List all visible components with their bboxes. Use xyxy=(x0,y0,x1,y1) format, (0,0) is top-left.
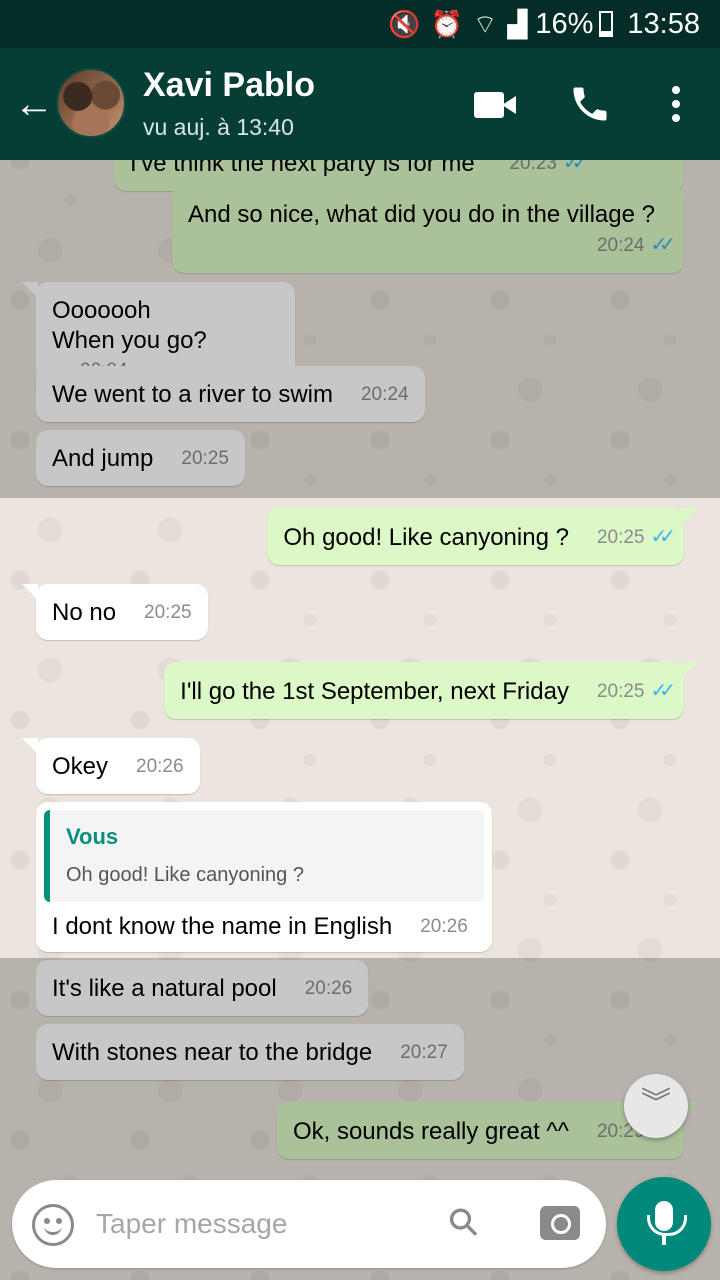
message-text: I've think the next party is for me xyxy=(130,160,475,177)
message-text: I'll go the 1st September, next Friday xyxy=(180,678,569,705)
message-time: 20:26 xyxy=(136,756,184,777)
message-incoming-reply[interactable]: Vous Oh good! Like canyoning ? I dont kn… xyxy=(36,802,492,952)
battery-icon xyxy=(599,11,614,37)
message-text-line2: When you go? xyxy=(52,327,207,354)
message-incoming[interactable]: With stones near to the bridge 20:27 xyxy=(36,1024,464,1080)
paperclip-icon[interactable]: ⚲ xyxy=(438,1197,490,1249)
message-outgoing[interactable]: Ok, sounds really great ^^20:29✓✓ xyxy=(276,1102,699,1159)
message-time: 20:24 xyxy=(360,384,409,405)
message-list[interactable]: I've think the next party is for me 20:2… xyxy=(0,160,720,1170)
message-text: Ok, sounds really great ^^ xyxy=(292,1118,569,1145)
read-ticks-icon: ✓✓ xyxy=(650,680,675,702)
status-clock: 13:58 xyxy=(627,7,700,40)
quoted-message[interactable]: Vous Oh good! Like canyoning ? xyxy=(44,810,484,902)
message-text: Okey xyxy=(52,753,109,780)
read-ticks-icon: ✓✓ xyxy=(650,526,675,548)
message-input[interactable] xyxy=(96,1204,426,1244)
more-options-button[interactable] xyxy=(668,86,684,126)
message-outgoing[interactable]: I'll go the 1st September, next Friday 20… xyxy=(164,662,698,719)
contact-name[interactable]: Xavi Pablo xyxy=(143,66,315,105)
message-text: And so nice, what did you do in the vill… xyxy=(188,201,655,228)
message-text: And jump xyxy=(52,445,154,472)
message-text: No no xyxy=(52,599,117,626)
voice-call-button[interactable] xyxy=(568,82,616,130)
message-time: 20:26 xyxy=(420,916,468,937)
message-time: 20:25 xyxy=(181,448,229,469)
message-incoming[interactable]: Okey 20:26 xyxy=(22,738,200,794)
back-button[interactable]: ← xyxy=(14,84,54,124)
message-text: With stones near to the bridge xyxy=(52,1039,373,1066)
chat-header: ← Xavi Pablo vu auj. à 13:40 xyxy=(0,48,720,160)
avatar[interactable] xyxy=(56,68,126,138)
message-text: I dont know the name in English xyxy=(52,913,393,940)
status-bar: 🔇 ⏰ ⌔ ▟ 16% 13:58 xyxy=(0,0,720,48)
message-text: We went to a river to swim xyxy=(52,381,333,408)
read-ticks-icon: ✓✓ xyxy=(562,160,588,174)
message-time: 20:25 xyxy=(596,527,645,548)
message-incoming[interactable]: And jump 20:25 xyxy=(36,430,245,486)
alarm-icon: ⏰ xyxy=(430,8,463,39)
double-chevron-down-icon: ︾ xyxy=(641,1087,671,1120)
message-time: 20:27 xyxy=(400,1042,448,1063)
message-text-line1: Ooooooh xyxy=(52,297,151,324)
arrow-left-icon: ← xyxy=(14,82,54,126)
message-time: 20:26 xyxy=(304,978,353,999)
video-call-button[interactable] xyxy=(474,92,518,118)
microphone-icon xyxy=(647,1201,687,1236)
message-time: 20:25 xyxy=(144,602,192,623)
quote-text: Oh good! Like canyoning ? xyxy=(66,864,304,886)
quote-author: Vous xyxy=(66,824,119,849)
message-text: Oh good! Like canyoning ? xyxy=(283,524,569,551)
message-text: It's like a natural pool xyxy=(52,975,277,1002)
message-outgoing[interactable]: And so nice, what did you do in the vill… xyxy=(172,186,684,273)
more-vert-icon xyxy=(672,86,680,94)
scroll-to-bottom-button[interactable]: ︾ xyxy=(624,1074,688,1138)
message-time: 20:25 xyxy=(596,681,645,702)
camera-icon[interactable] xyxy=(540,1206,580,1240)
message-outgoing[interactable]: Oh good! Like canyoning ? 20:25 ✓✓ xyxy=(267,508,698,565)
message-time: 20:23 xyxy=(509,160,557,174)
mute-icon: 🔇 xyxy=(388,8,421,39)
message-incoming[interactable]: No no 20:25 xyxy=(22,584,208,640)
message-incoming[interactable]: We went to a river to swim 20:24 xyxy=(36,366,425,422)
video-camera-icon xyxy=(474,92,504,118)
wifi-icon: ⌔ xyxy=(472,8,498,39)
signal-icon: ▟ xyxy=(507,8,528,39)
voice-record-button[interactable] xyxy=(617,1177,711,1271)
battery-percent: 16% xyxy=(535,7,594,40)
phone-icon xyxy=(573,87,607,121)
message-time: 20:24 xyxy=(596,235,645,256)
message-composer: ⚲ xyxy=(12,1180,606,1268)
last-seen-status: vu auj. à 13:40 xyxy=(143,114,294,140)
read-ticks-icon: ✓✓ xyxy=(650,234,675,256)
message-incoming[interactable]: It's like a natural pool 20:26 xyxy=(36,960,369,1016)
emoji-icon[interactable] xyxy=(32,1204,74,1246)
